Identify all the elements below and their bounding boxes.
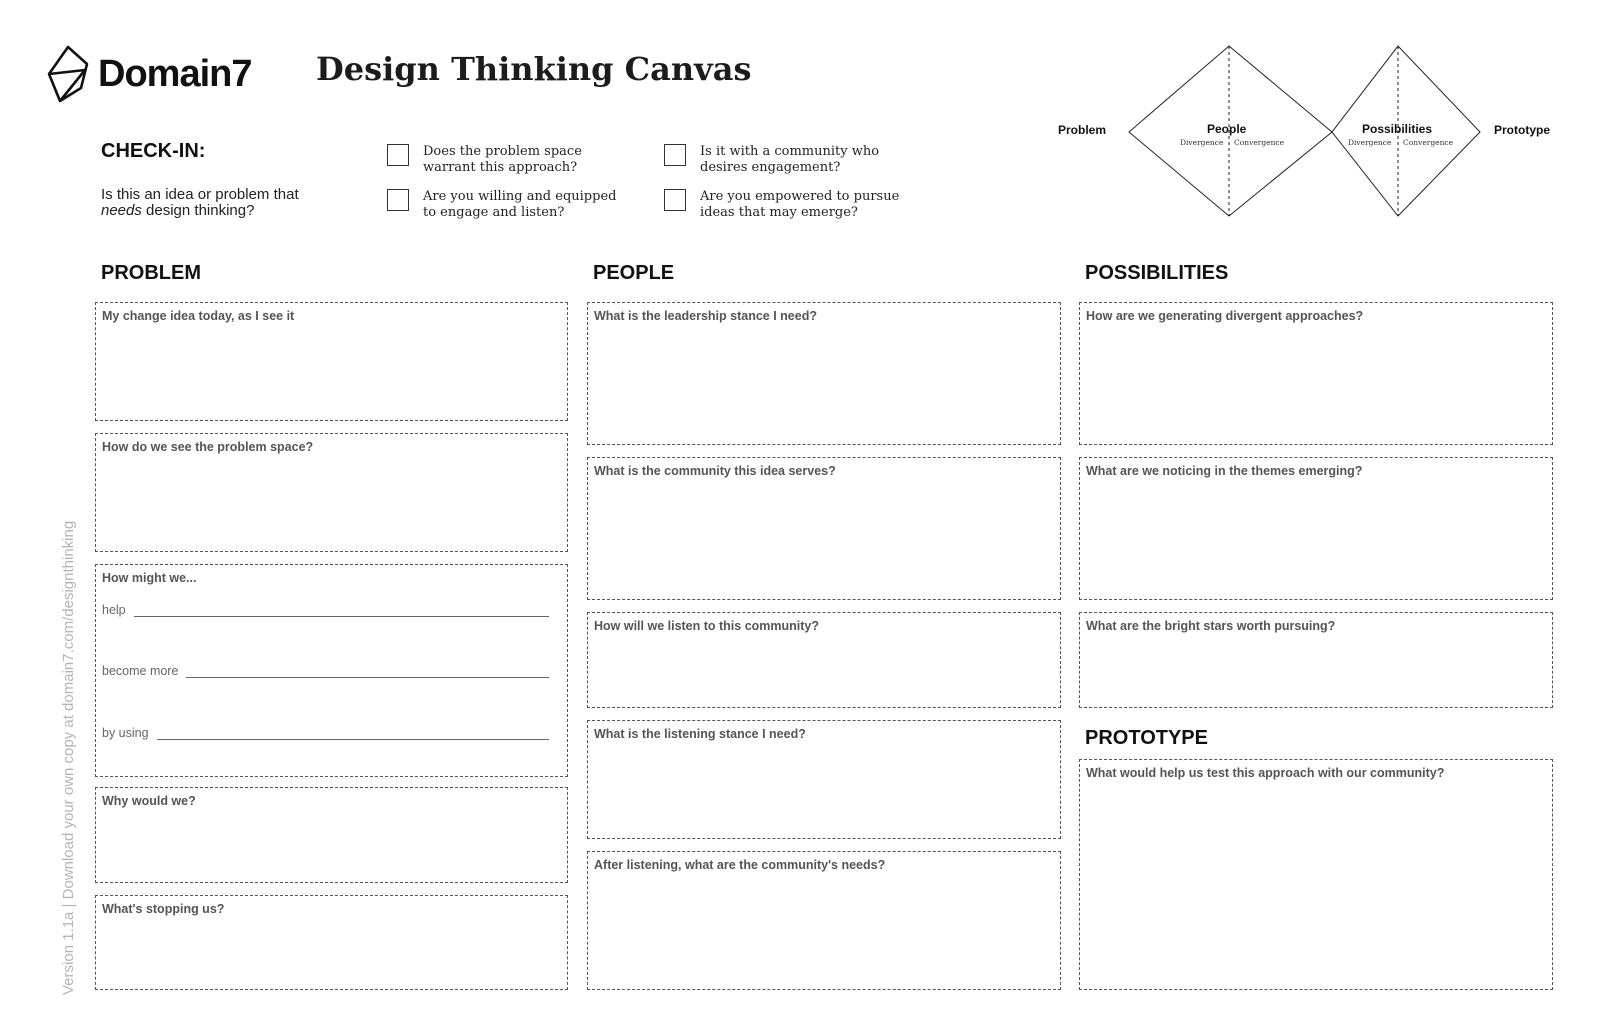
diagram-convergence-2: Convergence: [1403, 138, 1454, 147]
problem-box-problem-space: How do we see the problem space?: [95, 433, 568, 552]
logo-wordmark: Domain7: [98, 52, 252, 95]
box-prompt: What is the leadership stance I need?: [594, 309, 817, 323]
diagram-divergence-1: Divergence: [1180, 138, 1224, 147]
hmw-become-more-label: become more: [102, 664, 179, 678]
section-heading-possibilities: POSSIBILITIES: [1085, 262, 1229, 284]
box-prompt: What is the community this idea serves?: [594, 464, 836, 478]
checkbox[interactable]: [387, 189, 409, 211]
checkin-item: Are you empowered to pursue ideas that m…: [664, 189, 900, 220]
diagram-label-problem: Problem: [1058, 123, 1107, 137]
people-box-community-needs: After listening, what are the community'…: [587, 851, 1061, 990]
people-box-community: What is the community this idea serves?: [587, 457, 1061, 600]
diagram-label-possibilities: Possibilities: [1362, 122, 1433, 136]
whats-stopping-us-input[interactable]: [102, 922, 561, 983]
themes-input[interactable]: [1086, 484, 1546, 593]
hmw-help-line[interactable]: help: [102, 603, 549, 617]
version-download-note: Version 1.1a | Download your own copy at…: [60, 520, 77, 995]
checkin-question-emphasis: needs: [101, 202, 142, 219]
section-heading-people: PEOPLE: [593, 262, 675, 284]
section-heading-problem: PROBLEM: [101, 262, 201, 284]
domain7-mark-icon: [47, 45, 89, 103]
problem-box-whats-stopping-us: What's stopping us?: [95, 895, 568, 990]
checkin-item-label: Is it with a community who desires engag…: [700, 144, 880, 175]
community-needs-input[interactable]: [594, 878, 1054, 983]
domain7-logo: Domain7: [46, 44, 252, 104]
checkin-item-label: Does the problem space warrant this appr…: [423, 144, 582, 175]
people-box-listen: How will we listen to this community?: [587, 612, 1061, 708]
checkbox[interactable]: [387, 144, 409, 166]
checkbox[interactable]: [664, 144, 686, 166]
possibilities-box-bright-stars: What are the bright stars worth pursuing…: [1079, 612, 1553, 708]
problem-change-idea-input[interactable]: [102, 329, 561, 414]
divergent-approaches-input[interactable]: [1086, 329, 1546, 438]
diagram-label-prototype: Prototype: [1494, 123, 1551, 137]
box-prompt: What is the listening stance I need?: [594, 727, 806, 741]
box-prompt: My change idea today, as I see it: [102, 309, 295, 323]
box-prompt: After listening, what are the community'…: [594, 858, 886, 872]
box-prompt: How might we...: [102, 571, 197, 585]
listen-input[interactable]: [594, 639, 1054, 701]
prototype-test-input[interactable]: [1086, 786, 1546, 983]
hmw-become-more-rule: [186, 668, 549, 678]
checkin-item: Does the problem space warrant this appr…: [387, 144, 623, 175]
double-diamond-diagram: Problem People Divergence Convergence Po…: [1058, 42, 1586, 222]
problem-box-change-idea: My change idea today, as I see it: [95, 302, 568, 421]
diagram-convergence-1: Convergence: [1234, 138, 1285, 147]
box-prompt: What's stopping us?: [102, 902, 225, 916]
checkin-item-label: Are you empowered to pursue ideas that m…: [700, 189, 900, 220]
hmw-become-more-line[interactable]: become more: [102, 664, 549, 678]
checkin-title: CHECK-IN:: [101, 140, 206, 162]
hmw-help-rule: [133, 607, 549, 617]
checkbox[interactable]: [664, 189, 686, 211]
section-heading-prototype: PROTOTYPE: [1085, 727, 1208, 749]
diagram-divergence-2: Divergence: [1348, 138, 1392, 147]
hmw-by-using-line[interactable]: by using: [102, 726, 549, 740]
listening-stance-input[interactable]: [594, 747, 1054, 832]
diagram-label-people: People: [1207, 122, 1247, 136]
checkin-item: Are you willing and equipped to engage a…: [387, 189, 623, 220]
box-prompt: What would help us test this approach wi…: [1086, 766, 1445, 780]
page-title: Design Thinking Canvas: [316, 50, 752, 88]
hmw-by-using-label: by using: [102, 726, 149, 740]
problem-space-input[interactable]: [102, 460, 561, 545]
problem-box-why-would-we: Why would we?: [95, 787, 568, 883]
hmw-by-using-rule: [156, 730, 549, 740]
checkin-item-label: Are you willing and equipped to engage a…: [423, 189, 617, 220]
box-prompt: How will we listen to this community?: [594, 619, 820, 633]
box-prompt: How do we see the problem space?: [102, 440, 314, 454]
why-would-we-input[interactable]: [102, 814, 561, 876]
box-prompt: What are we noticing in the themes emerg…: [1086, 464, 1363, 478]
checkin-item: Is it with a community who desires engag…: [664, 144, 900, 175]
leadership-stance-input[interactable]: [594, 329, 1054, 438]
checkin-question-post: design thinking?: [141, 202, 255, 219]
possibilities-box-themes: What are we noticing in the themes emerg…: [1079, 457, 1553, 600]
possibilities-box-divergent: How are we generating divergent approach…: [1079, 302, 1553, 445]
hmw-help-label: help: [102, 603, 126, 617]
box-prompt: How are we generating divergent approach…: [1086, 309, 1364, 323]
people-box-leadership-stance: What is the leadership stance I need?: [587, 302, 1061, 445]
community-input[interactable]: [594, 484, 1054, 593]
checkin-question-pre: Is this an idea or problem that: [101, 186, 299, 203]
checkin-question: Is this an idea or problem that needs de…: [101, 187, 331, 219]
prototype-box-test: What would help us test this approach wi…: [1079, 759, 1553, 990]
problem-box-how-might-we: How might we... help become more by usin…: [95, 564, 568, 777]
bright-stars-input[interactable]: [1086, 639, 1546, 701]
box-prompt: Why would we?: [102, 794, 196, 808]
people-box-listening-stance: What is the listening stance I need?: [587, 720, 1061, 839]
box-prompt: What are the bright stars worth pursuing…: [1086, 619, 1336, 633]
